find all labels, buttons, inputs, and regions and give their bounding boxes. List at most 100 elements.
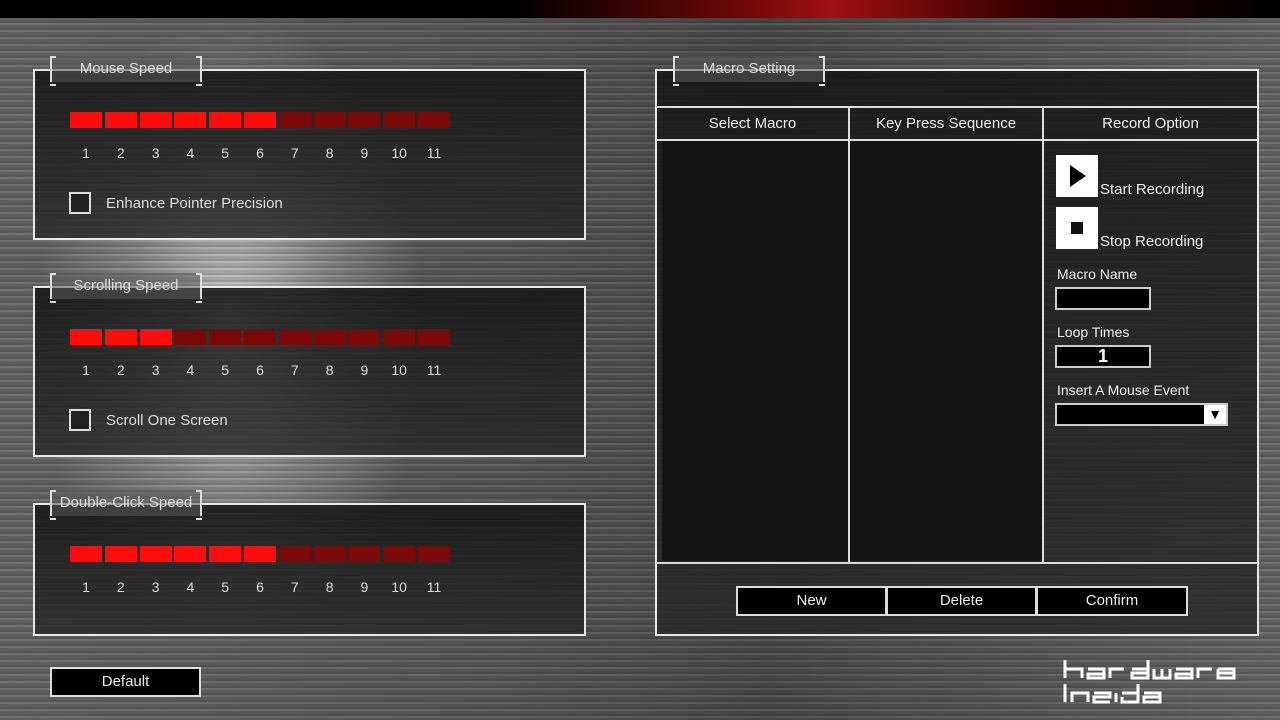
speed-segment-3[interactable] — [139, 112, 172, 128]
speed-segment-3[interactable] — [139, 546, 172, 562]
scale-label: 4 — [186, 362, 195, 378]
default-button[interactable]: Default — [50, 667, 201, 697]
speed-segment-9[interactable] — [348, 329, 381, 345]
checkbox-label: Enhance Pointer Precision — [106, 195, 283, 212]
scale-label: 8 — [325, 145, 334, 161]
hardware-inside-logo — [1063, 660, 1236, 704]
scale-label: 8 — [325, 579, 334, 595]
key-press-sequence-list[interactable] — [850, 141, 1042, 561]
col-select-macro: Select Macro — [708, 115, 797, 132]
scale-label: 10 — [391, 579, 407, 595]
speed-segment-1[interactable] — [70, 329, 102, 345]
select-macro-list[interactable] — [662, 141, 848, 561]
speed-segment-8[interactable] — [313, 112, 346, 128]
scale-label: 4 — [186, 145, 195, 161]
speed-panel-title: Scrolling Speed — [50, 273, 202, 303]
speed-segment-9[interactable] — [348, 112, 381, 128]
divider — [1042, 107, 1044, 563]
checkbox[interactable] — [69, 192, 91, 214]
scale-label: 3 — [151, 579, 160, 595]
checkbox[interactable] — [69, 409, 91, 431]
speed-segment-7[interactable] — [278, 546, 311, 562]
scale-label: 7 — [290, 579, 299, 595]
speed-segment-6[interactable] — [244, 329, 276, 345]
speed-segment-4[interactable] — [174, 546, 207, 562]
scale-label: 5 — [221, 362, 230, 378]
macro-name-label: Macro Name — [1057, 266, 1138, 282]
speed-segment-3[interactable] — [139, 329, 172, 345]
loop-times-label: Loop Times — [1057, 324, 1130, 340]
loop-times-input[interactable]: 1 — [1055, 345, 1151, 368]
top-banner — [0, 0, 1280, 18]
speed-segment-2[interactable] — [104, 112, 137, 128]
scale-label: 9 — [360, 579, 369, 595]
macro-name-input[interactable] — [1055, 287, 1151, 310]
scale-label: 6 — [256, 145, 264, 161]
scale-label: 9 — [360, 362, 369, 378]
speed-segment-11[interactable] — [418, 546, 450, 562]
scale-label: 7 — [290, 145, 299, 161]
col-record-option: Record Option — [1102, 115, 1199, 132]
scale-label: 10 — [391, 145, 407, 161]
speed-segment-10[interactable] — [383, 546, 416, 562]
scale-label: 9 — [360, 145, 369, 161]
speed-segment-4[interactable] — [174, 329, 207, 345]
speed-segment-2[interactable] — [104, 546, 137, 562]
stop-recording-button[interactable] — [1056, 207, 1098, 249]
scale-label: 2 — [116, 362, 125, 378]
scale-label: 3 — [151, 362, 160, 378]
scale-label: 7 — [290, 362, 299, 378]
speed-panel — [33, 503, 586, 636]
speed-segment-2[interactable] — [104, 329, 137, 345]
scale-label: 5 — [221, 145, 230, 161]
scale-label: 11 — [426, 362, 442, 378]
speed-segment-6[interactable] — [244, 112, 276, 128]
speed-segment-5[interactable] — [209, 546, 242, 562]
speed-panel-title: Double-Click Speed — [50, 490, 202, 520]
scale-label: 6 — [256, 579, 264, 595]
chevron-down-icon[interactable]: ▼ — [1204, 405, 1226, 424]
scale-label: 2 — [116, 145, 125, 161]
start-recording-label: Start Recording — [1100, 181, 1205, 198]
scale-label: 1 — [82, 145, 90, 161]
speed-segment-8[interactable] — [313, 329, 346, 345]
scale-label: 8 — [325, 362, 334, 378]
scale-label: 6 — [256, 362, 264, 378]
speed-panel-title: Mouse Speed — [50, 56, 202, 86]
speed-segment-5[interactable] — [209, 329, 242, 345]
speed-segment-11[interactable] — [418, 329, 450, 345]
macro-setting-title: Macro Setting — [673, 56, 825, 86]
speed-segment-6[interactable] — [244, 546, 276, 562]
checkbox-label: Scroll One Screen — [106, 412, 228, 429]
mouse-event-label: Insert A Mouse Event — [1057, 382, 1190, 398]
divider — [657, 562, 1257, 564]
scale-label: 10 — [391, 362, 407, 378]
scale-label: 3 — [151, 145, 160, 161]
play-icon — [1070, 165, 1086, 187]
scale-label: 11 — [426, 579, 442, 595]
scale-label: 1 — [82, 362, 90, 378]
speed-segment-7[interactable] — [278, 329, 311, 345]
speed-segment-4[interactable] — [174, 112, 207, 128]
speed-segment-10[interactable] — [383, 329, 416, 345]
speed-segment-10[interactable] — [383, 112, 416, 128]
speed-segment-11[interactable] — [418, 112, 450, 128]
speed-segment-7[interactable] — [278, 112, 311, 128]
scale-label: 1 — [82, 579, 90, 595]
speed-segment-5[interactable] — [209, 112, 242, 128]
speed-segment-8[interactable] — [313, 546, 346, 562]
scale-label: 5 — [221, 579, 230, 595]
scale-label: 11 — [426, 145, 442, 161]
start-recording-button[interactable] — [1056, 155, 1098, 197]
new-button[interactable]: New — [736, 586, 887, 616]
mouse-event-dropdown[interactable]: ▼ — [1055, 403, 1228, 426]
stop-recording-label: Stop Recording — [1100, 233, 1204, 250]
speed-segment-1[interactable] — [70, 112, 102, 128]
scale-label: 2 — [116, 579, 125, 595]
col-key-press-sequence: Key Press Sequence — [875, 115, 1017, 132]
delete-button[interactable]: Delete — [886, 586, 1037, 616]
speed-segment-1[interactable] — [70, 546, 102, 562]
stop-icon — [1071, 222, 1083, 234]
confirm-button[interactable]: Confirm — [1036, 586, 1188, 616]
speed-segment-9[interactable] — [348, 546, 381, 562]
